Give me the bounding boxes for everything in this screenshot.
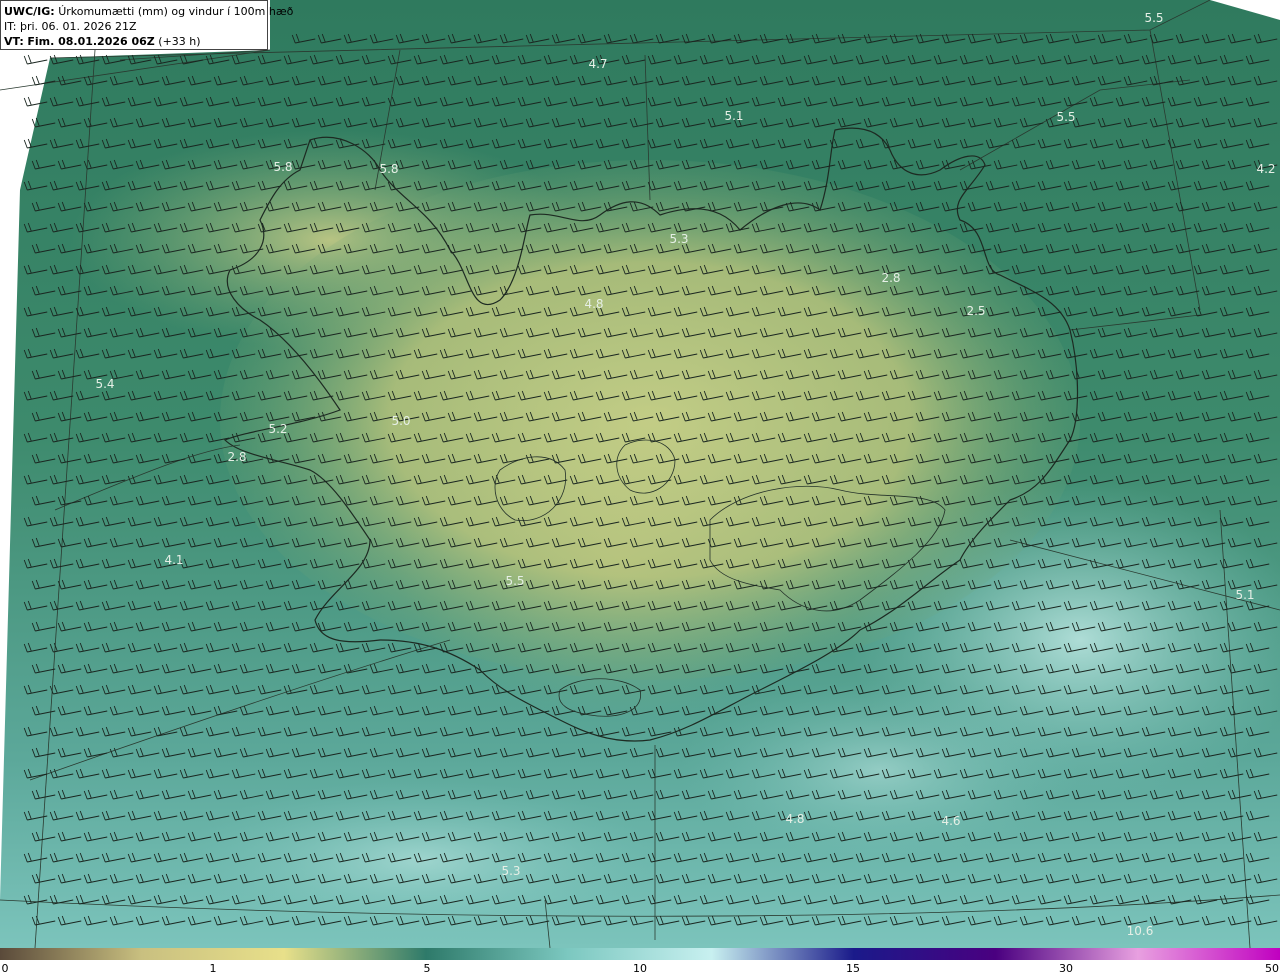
map-value-label: 5.5 <box>505 574 524 588</box>
map-value-label: 5.1 <box>1235 588 1254 602</box>
map-title: Úrkomumætti (mm) og vindur í 100m hæð <box>58 5 294 18</box>
precip-colorbar <box>0 948 1280 960</box>
precip-area-s2 <box>680 680 1080 860</box>
initial-time: IT: þri. 06. 01. 2026 21Z <box>4 20 137 33</box>
map-value-label: 2.5 <box>966 304 985 318</box>
wind-barb <box>23 54 48 65</box>
map-value-label: 5.3 <box>501 864 520 878</box>
model-label: UWC/IG: <box>4 5 55 18</box>
valid-time: Fim. 08.01.2026 06Z <box>27 35 155 48</box>
map-value-label: 5.3 <box>669 232 688 246</box>
map-value-label: 2.8 <box>881 271 900 285</box>
colorbar-tick: 15 <box>846 962 860 975</box>
map-value-label: 10.6 <box>1127 924 1154 938</box>
colorbar-tick: 5 <box>423 962 431 975</box>
colorbar-tick: 10 <box>633 962 647 975</box>
map-value-label: 2.8 <box>227 450 246 464</box>
map-value-label: 4.6 <box>941 814 960 828</box>
lead-time: (+33 h) <box>158 35 201 48</box>
map-value-label: 4.8 <box>785 812 804 826</box>
map-value-label: 5.8 <box>379 162 398 176</box>
valid-label: VT: <box>4 35 24 48</box>
map-value-label: 5.0 <box>391 414 410 428</box>
map-value-label: 5.5 <box>1056 110 1075 124</box>
colorbar-tick: 1 <box>209 962 217 975</box>
map-canvas[interactable]: 5.5 4.7 5.1 5.5 4.2 5.8 5.8 5.3 2.8 2.5 4.8 5.4 5.0 5… <box>0 0 1280 948</box>
map-value-label: 4.7 <box>588 57 607 71</box>
map-value-label: 4.1 <box>164 553 183 567</box>
forecast-info-box: UWC/IG: Úrkomumætti (mm) og vindur í 100… <box>0 0 293 50</box>
colorbar-tick: 30 <box>1059 962 1073 975</box>
map-value-label: 5.1 <box>724 109 743 123</box>
map-value-label: 5.5 <box>1144 11 1163 25</box>
map-value-label: 4.2 <box>1256 162 1275 176</box>
map-value-label: 5.8 <box>273 160 292 174</box>
colorbar-tick: 50 <box>1265 962 1279 975</box>
colorbar-tick: 0 <box>1 962 9 975</box>
map-value-label: 5.2 <box>268 422 287 436</box>
map-value-label: 5.4 <box>95 377 114 391</box>
map-value-label: 4.8 <box>584 297 603 311</box>
